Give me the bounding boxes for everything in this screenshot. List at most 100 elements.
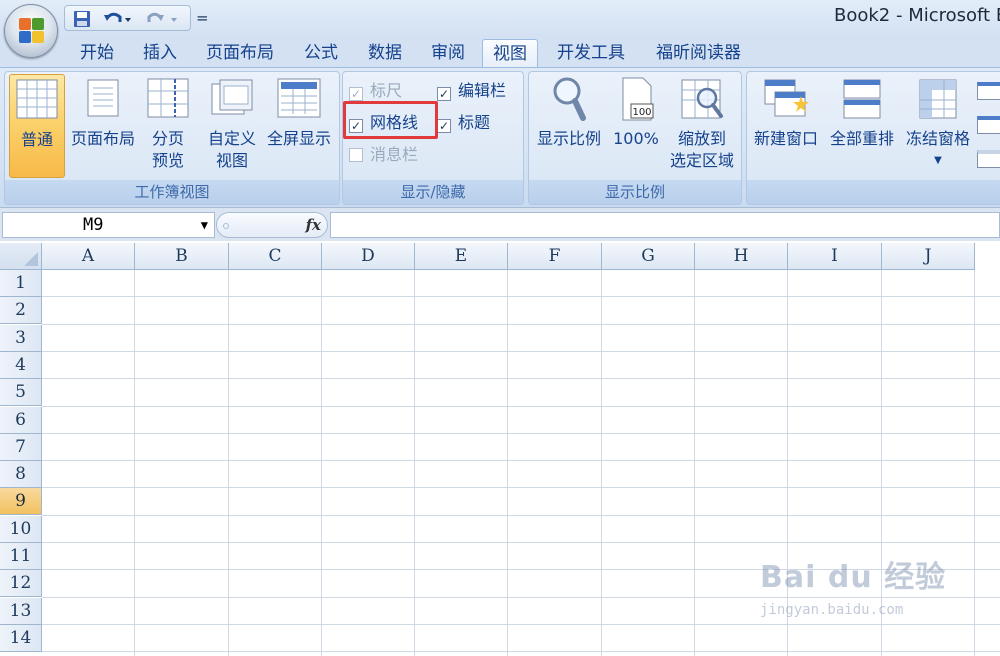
row-header-13[interactable]: 13 <box>0 597 42 625</box>
group-workbook-views: 普通 页面布局 分页 预览 自定义 视图 全屏显示 工作簿视图 <box>4 71 340 205</box>
hide-window-icon[interactable] <box>977 116 1000 134</box>
formula-bar-check-icon: ✓ <box>437 87 451 101</box>
tab-developer[interactable]: 开发工具 <box>547 39 635 68</box>
custom-views-button[interactable]: 自定义 视图 <box>203 74 261 178</box>
row-header-7[interactable]: 7 <box>0 433 42 461</box>
ruler-checkbox[interactable]: ✓ 标尺 <box>349 80 402 102</box>
column-header-i[interactable]: I <box>788 243 882 270</box>
split-icon[interactable] <box>977 82 1000 100</box>
customize-qat-button[interactable]: = <box>196 6 210 30</box>
row-header-1[interactable]: 1 <box>0 270 42 297</box>
row-header-8[interactable]: 8 <box>0 461 42 489</box>
full-screen-label: 全屏显示 <box>266 129 331 148</box>
row-gridline <box>42 350 1000 352</box>
expand-dot-icon <box>223 223 229 229</box>
row-header-14[interactable]: 14 <box>0 624 42 652</box>
formula-input[interactable] <box>330 212 1000 238</box>
worksheet-grid[interactable]: ABCDEFGHIJ 1 2 3 4 5 6 7 8 9 10 11 12 13 14 <box>0 243 1000 656</box>
new-window-icon <box>764 79 809 117</box>
row-header-11[interactable]: 11 <box>0 543 42 570</box>
zoom-to-selection-button[interactable]: 缩放到 选定区域 <box>665 74 739 178</box>
zoom-100-label: 100% <box>613 129 659 148</box>
column-header-f[interactable]: F <box>508 243 602 270</box>
row-gridline <box>42 460 1000 462</box>
name-box-dropdown-icon[interactable]: ▼ <box>201 213 208 237</box>
column-header-a[interactable]: A <box>42 243 135 270</box>
row-header-12[interactable]: 12 <box>0 570 42 598</box>
arrange-all-button[interactable]: 全部重排 <box>825 74 899 178</box>
custom-views-icon <box>211 79 253 115</box>
row-header-10[interactable]: 10 <box>0 515 42 543</box>
column-header-c[interactable]: C <box>229 243 322 270</box>
row-header-3[interactable]: 3 <box>0 324 42 352</box>
zoom-button[interactable]: 显示比例 <box>533 74 605 178</box>
unhide-window-icon[interactable] <box>977 150 1000 168</box>
column-header-b[interactable]: B <box>135 243 229 270</box>
row-gridline <box>42 378 1000 380</box>
row-header-5[interactable]: 5 <box>0 379 42 407</box>
select-all-button[interactable] <box>0 243 42 270</box>
tab-formulas[interactable]: 公式 <box>294 39 348 68</box>
insert-function-area: fx <box>216 212 328 238</box>
headings-checkbox[interactable]: ✓ 标题 <box>437 112 490 134</box>
normal-view-button[interactable]: 普通 <box>9 74 65 178</box>
tab-foxit-reader[interactable]: 福昕阅读器 <box>646 39 751 68</box>
freeze-panes-label: 冻结窗格 <box>905 129 970 148</box>
column-header-h[interactable]: H <box>695 243 788 270</box>
row-gridline <box>42 542 1000 543</box>
message-bar-box <box>349 148 363 162</box>
formula-bar-checkbox[interactable]: ✓ 编辑栏 <box>437 80 506 102</box>
column-header-d[interactable]: D <box>322 243 415 270</box>
page-break-preview-button[interactable]: 分页 预览 <box>139 74 197 178</box>
office-logo-icon <box>19 18 45 44</box>
page-layout-view-button[interactable]: 页面布局 <box>67 74 139 178</box>
row-gridline <box>42 405 1000 407</box>
column-gridline <box>228 270 229 656</box>
full-screen-button[interactable]: 全屏显示 <box>261 74 337 178</box>
ruler-label: 标尺 <box>370 81 403 100</box>
row-gridline <box>42 569 1000 571</box>
message-bar-label: 消息栏 <box>370 145 419 164</box>
column-gridline <box>134 270 135 656</box>
row-header-6[interactable]: 6 <box>0 406 42 434</box>
undo-icon[interactable] <box>101 9 135 29</box>
zoom-100-icon: 100 <box>622 77 654 121</box>
arrange-all-icon <box>843 79 881 119</box>
redo-icon[interactable] <box>143 9 183 29</box>
column-header-e[interactable]: E <box>415 243 508 270</box>
ribbon: 普通 页面布局 分页 预览 自定义 视图 全屏显示 工作簿视图 ✓ 标尺 ✓ 编辑栏 <box>0 67 1000 207</box>
column-gridline <box>974 270 975 656</box>
row-header-4[interactable]: 4 <box>0 351 42 379</box>
freeze-panes-dropdown-icon: ▼ <box>934 155 942 166</box>
magnifier-icon <box>553 77 586 121</box>
freeze-panes-icon <box>919 79 957 119</box>
message-bar-checkbox[interactable]: 消息栏 <box>349 144 418 166</box>
save-icon[interactable] <box>71 9 93 29</box>
row-header-2[interactable]: 2 <box>0 297 42 325</box>
new-window-button[interactable]: 新建窗口 <box>749 74 823 178</box>
zoom-100-button[interactable]: 100 100% <box>607 74 665 178</box>
formula-bar: M9 ▼ fx <box>0 207 1000 241</box>
row-gridline <box>42 623 1000 625</box>
ruler-check-icon: ✓ <box>349 87 363 101</box>
workbook-views-group-label: 工作簿视图 <box>5 180 339 204</box>
freeze-panes-button[interactable]: 冻结窗格 ▼ <box>901 74 975 178</box>
insert-function-icon[interactable]: fx <box>306 213 321 237</box>
full-screen-icon <box>277 78 321 118</box>
tab-page-layout[interactable]: 页面布局 <box>196 39 284 68</box>
column-gridline <box>507 270 508 656</box>
tab-data[interactable]: 数据 <box>358 39 412 68</box>
zoom-label: 显示比例 <box>536 129 601 148</box>
name-box[interactable]: M9 ▼ <box>2 212 215 238</box>
office-button[interactable] <box>4 4 58 58</box>
tab-review[interactable]: 审阅 <box>421 39 475 68</box>
name-box-value: M9 <box>83 215 104 235</box>
row-gridline <box>42 432 1000 434</box>
column-header-g[interactable]: G <box>602 243 695 270</box>
row-header-9[interactable]: 9 <box>0 488 42 516</box>
tab-insert[interactable]: 插入 <box>133 39 187 68</box>
tab-home[interactable]: 开始 <box>70 39 124 68</box>
tab-view[interactable]: 视图 <box>482 39 538 68</box>
formula-bar-label: 编辑栏 <box>458 81 507 100</box>
column-header-j[interactable]: J <box>882 243 975 270</box>
